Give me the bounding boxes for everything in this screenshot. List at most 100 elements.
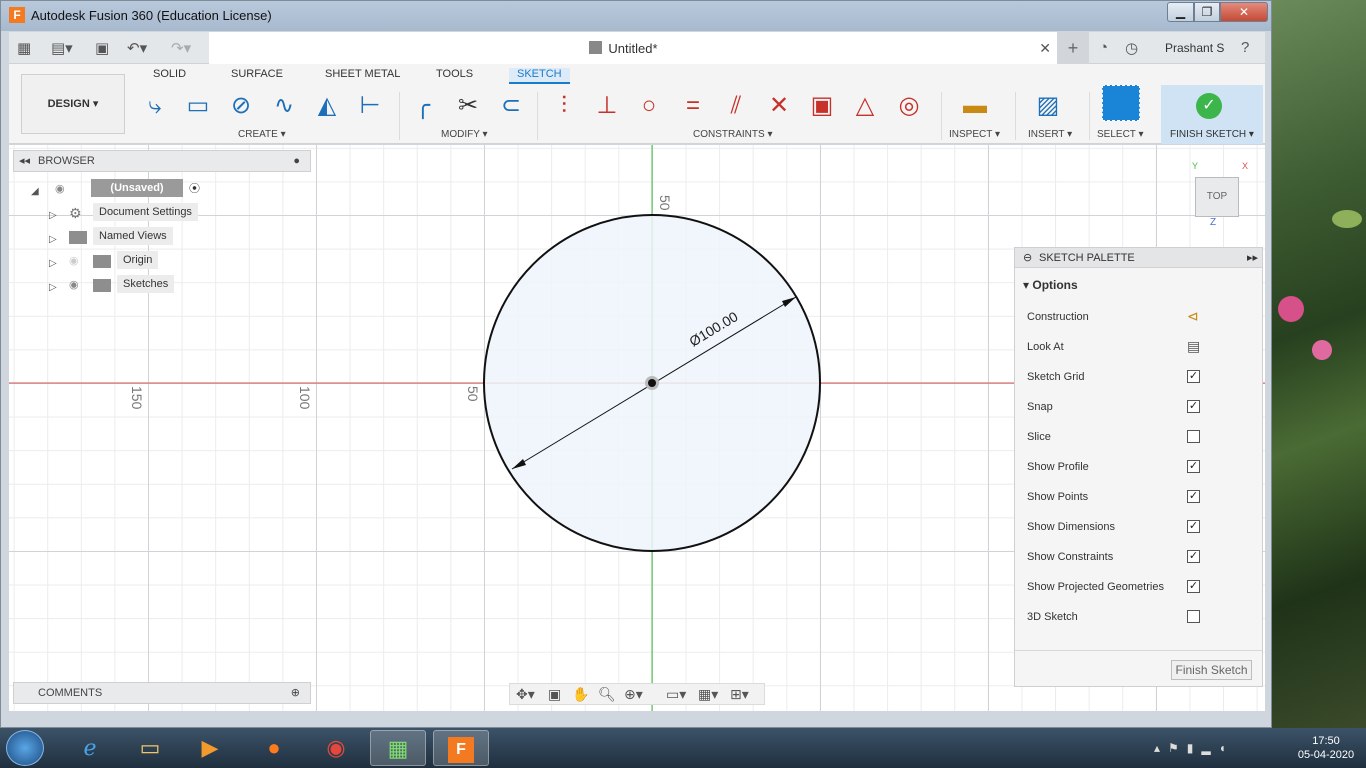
- history-icon[interactable]: ◷: [1125, 39, 1138, 57]
- spline-tool-icon[interactable]: ∿: [268, 90, 300, 122]
- options-section-header[interactable]: ▾ Options: [1023, 278, 1078, 292]
- parallel-icon[interactable]: ⫽: [720, 90, 752, 122]
- expand-triangle-icon[interactable]: ▷: [49, 278, 57, 298]
- display-settings-icon[interactable]: ▭▾: [666, 686, 686, 703]
- tab-tools[interactable]: TOOLS: [436, 68, 473, 80]
- start-button[interactable]: [6, 730, 44, 766]
- browser-item-document-settings[interactable]: ▷ ⚙ Document Settings: [49, 203, 219, 223]
- minus-icon[interactable]: ●: [293, 151, 300, 171]
- line-tool-icon[interactable]: ⤷: [139, 90, 171, 122]
- orbit-icon[interactable]: ✥▾: [516, 686, 535, 703]
- tab-sheet-metal[interactable]: SHEET METAL: [325, 68, 400, 80]
- file-menu-icon[interactable]: ▤▾: [51, 39, 73, 57]
- tab-solid[interactable]: SOLID: [153, 68, 186, 80]
- eye-icon[interactable]: ◉: [69, 275, 79, 295]
- create-menu[interactable]: CREATE ▾: [238, 129, 286, 140]
- system-tray-icons[interactable]: ▴⚑▮▂◖: [1154, 741, 1234, 755]
- look-at-icon[interactable]: ▣: [548, 686, 561, 703]
- minus-circle-icon[interactable]: ⊖: [1023, 248, 1032, 268]
- fix-constraint-icon[interactable]: ⫶: [548, 90, 580, 122]
- expand-triangle-icon[interactable]: ◢: [31, 182, 39, 202]
- zoom-window-icon[interactable]: ⊕▾: [624, 686, 643, 703]
- show-points-checkbox[interactable]: ✓: [1187, 490, 1200, 503]
- coincident-icon[interactable]: ✕: [763, 90, 795, 122]
- new-tab-button[interactable]: +: [1057, 32, 1089, 64]
- add-comment-icon[interactable]: ⊕: [291, 683, 300, 703]
- sketch-palette-header[interactable]: ⊖ SKETCH PALETTE ▸▸: [1015, 248, 1262, 268]
- tangent-icon[interactable]: ○: [633, 90, 665, 122]
- insert-menu[interactable]: INSERT ▾: [1028, 129, 1072, 140]
- slice-checkbox[interactable]: [1187, 430, 1200, 443]
- show-constraints-checkbox[interactable]: ✓: [1187, 550, 1200, 563]
- sketch-grid-checkbox[interactable]: ✓: [1187, 370, 1200, 383]
- expand-triangle-icon[interactable]: ▷: [49, 254, 57, 274]
- show-profile-checkbox[interactable]: ✓: [1187, 460, 1200, 473]
- close-window-button[interactable]: ✕: [1220, 2, 1268, 22]
- user-name[interactable]: Prashant S: [1165, 41, 1224, 55]
- insert-image-icon[interactable]: ▨: [1032, 90, 1064, 122]
- concentric-icon[interactable]: ◎: [893, 90, 925, 122]
- rectangle-tool-icon[interactable]: ▭: [182, 90, 214, 122]
- finish-sketch-button[interactable]: ✓ FINISH SKETCH ▾: [1161, 85, 1263, 144]
- lock-icon[interactable]: ▣: [806, 90, 838, 122]
- fillet-tool-icon[interactable]: ╭: [407, 90, 439, 122]
- save-icon[interactable]: ▣: [95, 39, 109, 57]
- triangle-icon[interactable]: △: [849, 90, 881, 122]
- show-projected-geometries-checkbox[interactable]: ✓: [1187, 580, 1200, 593]
- sketch-dimension-icon[interactable]: ⊢: [354, 90, 386, 122]
- tab-sketch[interactable]: SKETCH: [509, 68, 570, 84]
- option-show-points[interactable]: Show Points ✓: [1027, 488, 1257, 508]
- mirror-tool-icon[interactable]: ◭: [311, 90, 343, 122]
- fusion-taskbar-icon[interactable]: F: [433, 730, 489, 766]
- select-icon[interactable]: [1102, 85, 1140, 121]
- system-clock[interactable]: 17:50 05-04-2020: [1296, 734, 1356, 762]
- circle-tool-icon[interactable]: ⊘: [225, 90, 257, 122]
- minimize-button[interactable]: ▁: [1167, 2, 1194, 22]
- hidden-eye-icon[interactable]: ◉: [69, 251, 79, 271]
- eye-icon[interactable]: ◉: [55, 179, 65, 199]
- constraints-menu[interactable]: CONSTRAINTS ▾: [693, 129, 772, 140]
- show-dimensions-checkbox[interactable]: ✓: [1187, 520, 1200, 533]
- inspect-menu[interactable]: INSPECT ▾: [949, 129, 1000, 140]
- construction-icon[interactable]: ⊲: [1187, 308, 1199, 325]
- option-look-at[interactable]: Look At ▤: [1027, 338, 1257, 358]
- option-slice[interactable]: Slice: [1027, 428, 1257, 448]
- finish-sketch-palette-button[interactable]: Finish Sketch: [1171, 660, 1252, 680]
- snap-checkbox[interactable]: ✓: [1187, 400, 1200, 413]
- option-show-dimensions[interactable]: Show Dimensions ✓: [1027, 518, 1257, 538]
- option-show-constraints[interactable]: Show Constraints ✓: [1027, 548, 1257, 568]
- tab-surface[interactable]: SURFACE: [231, 68, 283, 80]
- activate-radio-icon[interactable]: ⦿: [189, 179, 200, 199]
- browser-item-sketches[interactable]: ▷ ◉ Sketches: [49, 275, 219, 295]
- look-at-icon[interactable]: ▤: [1187, 338, 1200, 355]
- viewports-icon[interactable]: ⊞▾: [730, 686, 749, 703]
- help-icon[interactable]: ?: [1241, 39, 1249, 56]
- redo-icon[interactable]: ↷▾: [171, 39, 191, 57]
- document-tab[interactable]: Untitled* ✕: [209, 32, 1057, 64]
- option-show-projected-geometries[interactable]: Show Projected Geometries ✓: [1027, 578, 1257, 598]
- viewcube[interactable]: TOP X Y Z: [1192, 161, 1248, 228]
- trim-tool-icon[interactable]: ✂: [452, 90, 484, 122]
- file-explorer-icon[interactable]: ▭: [122, 730, 178, 766]
- center-point[interactable]: [648, 379, 656, 387]
- option-snap[interactable]: Snap ✓: [1027, 398, 1257, 418]
- internet-explorer-icon[interactable]: ℯ: [62, 730, 118, 766]
- option-show-profile[interactable]: Show Profile ✓: [1027, 458, 1257, 478]
- task-manager-icon[interactable]: ▦: [370, 730, 426, 766]
- media-player-icon[interactable]: ▶: [182, 730, 238, 766]
- measure-icon[interactable]: ▬: [959, 90, 991, 122]
- browser-header[interactable]: ◂◂ BROWSER ●: [13, 150, 311, 172]
- select-menu[interactable]: SELECT ▾: [1097, 129, 1144, 140]
- app-grid-icon[interactable]: ▦: [17, 39, 31, 57]
- option-sketch-grid[interactable]: Sketch Grid ✓: [1027, 368, 1257, 388]
- perpendicular-icon[interactable]: ⊥: [591, 90, 623, 122]
- firefox-icon[interactable]: ●: [246, 730, 302, 766]
- 3d-sketch-checkbox[interactable]: [1187, 610, 1200, 623]
- expand-triangle-icon[interactable]: ▷: [49, 206, 57, 226]
- maximize-button[interactable]: ❐: [1194, 2, 1220, 22]
- job-status-icon[interactable]: ◔: [1099, 39, 1108, 56]
- offset-tool-icon[interactable]: ⊂: [495, 90, 527, 122]
- grid-settings-icon[interactable]: ▦▾: [698, 686, 718, 703]
- expand-triangle-icon[interactable]: ▷: [49, 230, 57, 250]
- pan-icon[interactable]: ✋: [572, 686, 589, 703]
